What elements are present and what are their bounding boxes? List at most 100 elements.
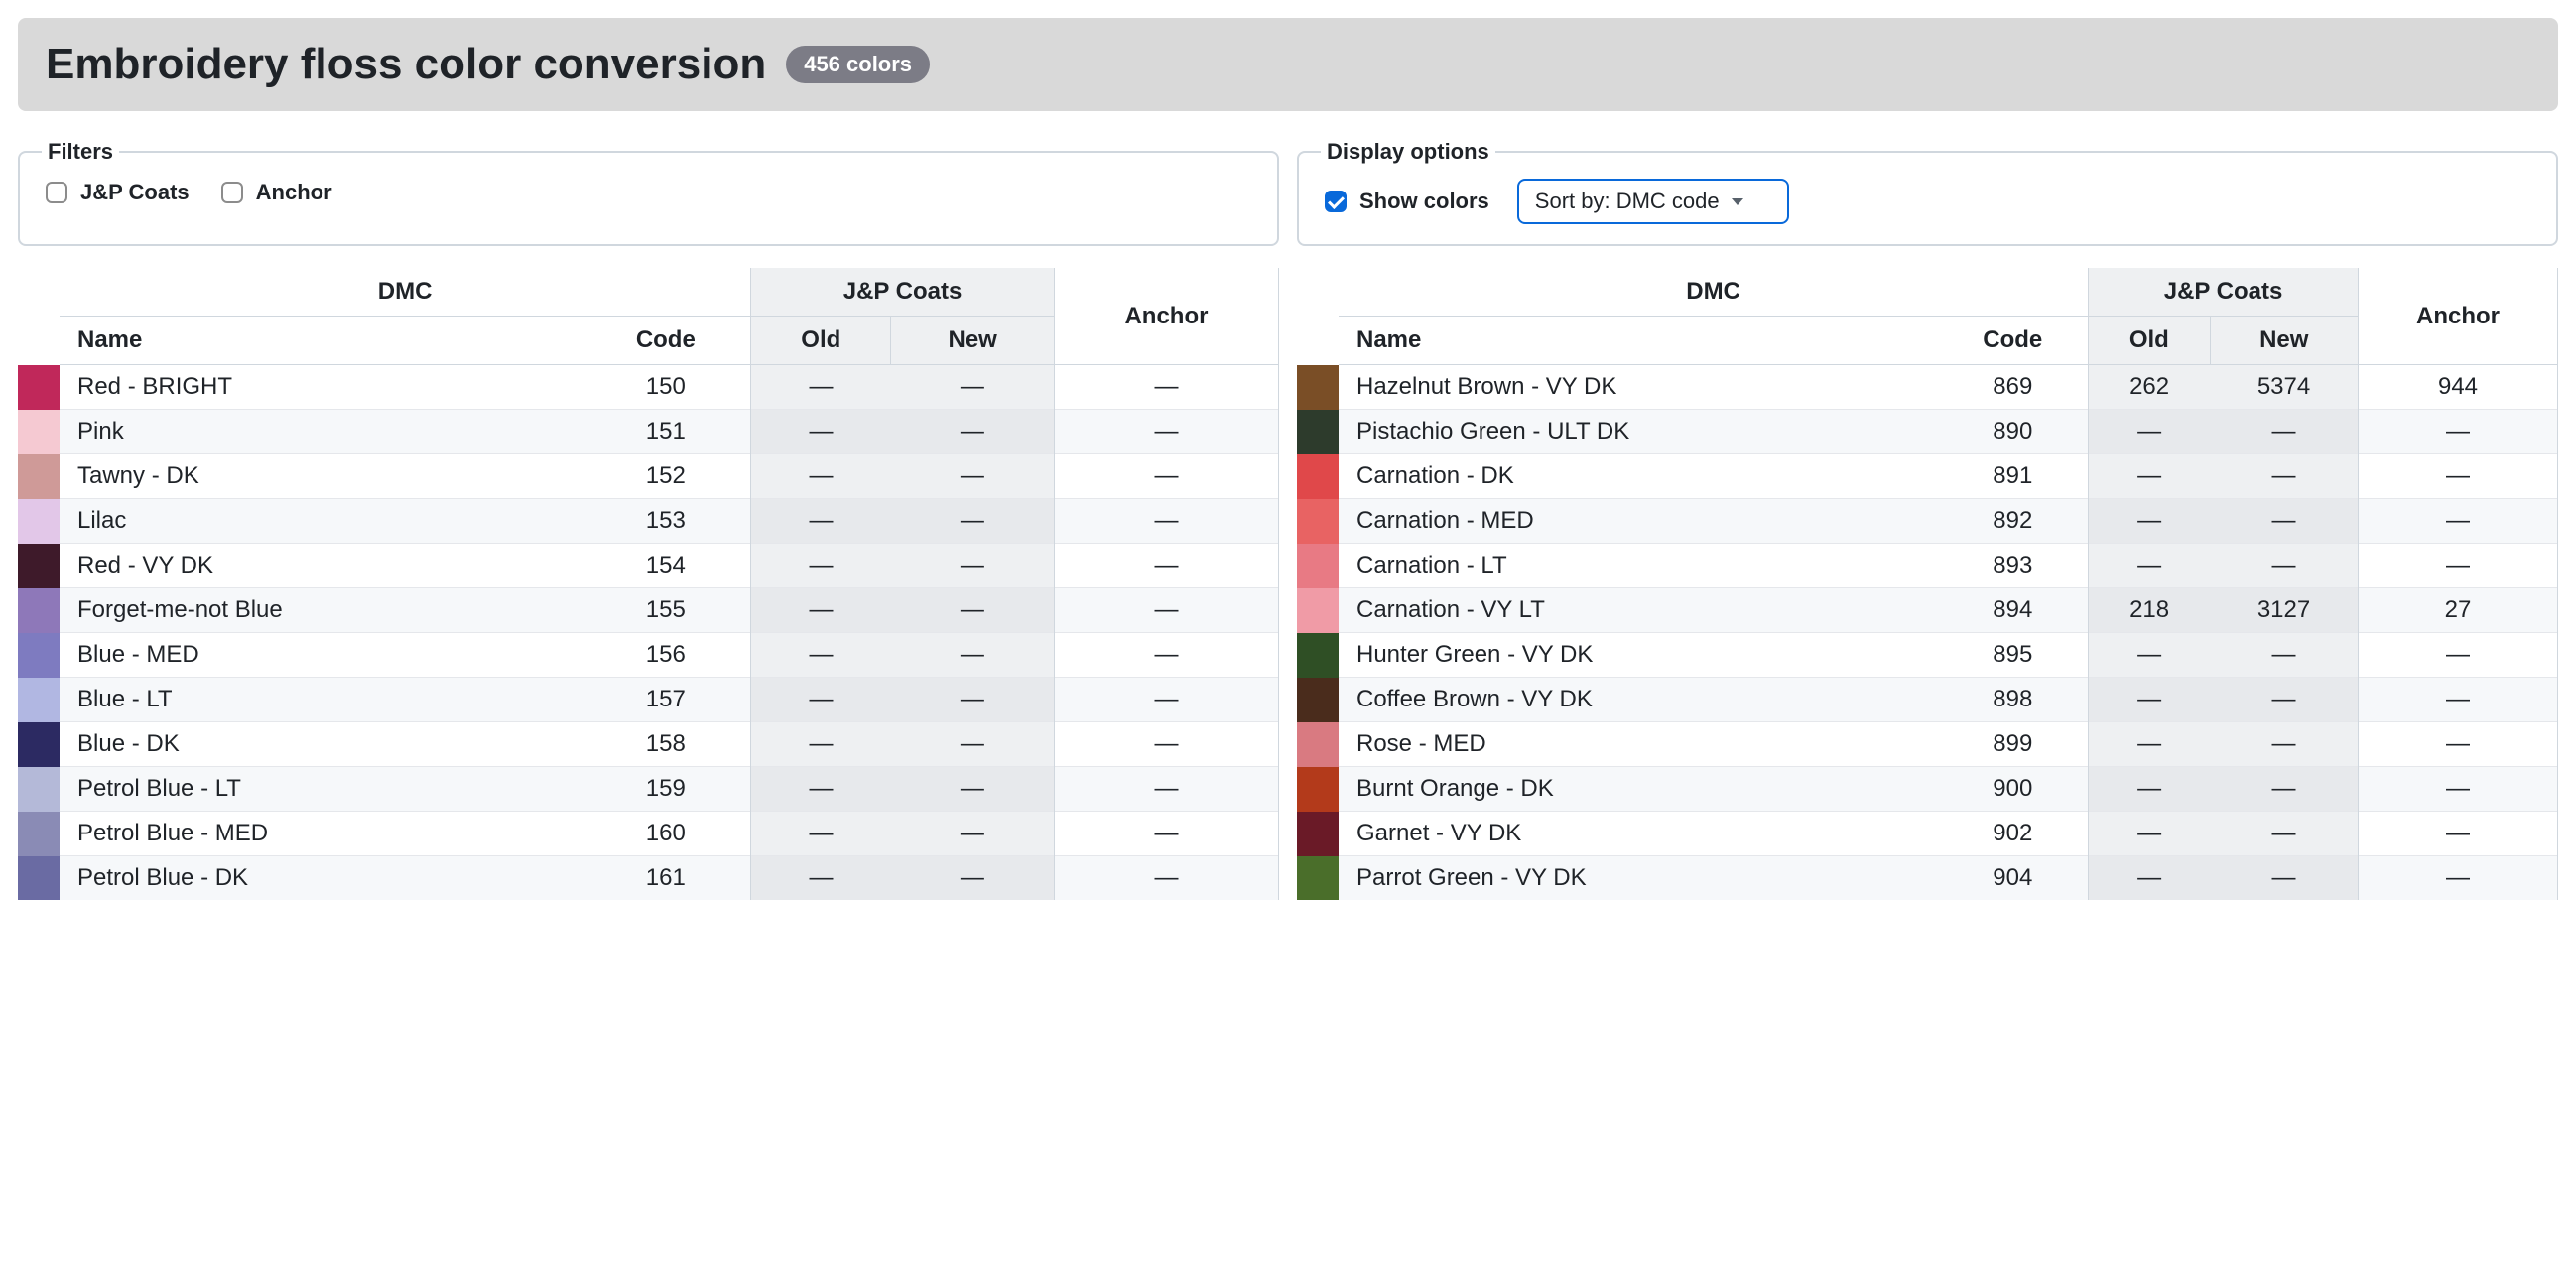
left-tbody: Red - BRIGHT150———Pink151———Tawny - DK15…	[18, 365, 1279, 901]
cell-jpc-new: —	[2210, 544, 2358, 588]
col-group-dmc: DMC	[60, 268, 751, 317]
cell-jpc-old: —	[2089, 767, 2210, 812]
cell-name: Forget-me-not Blue	[60, 588, 580, 633]
color-swatch	[1297, 812, 1339, 856]
table-row: Red - VY DK154———	[18, 544, 1279, 588]
cell-anchor: —	[1054, 856, 1278, 901]
cell-name: Blue - DK	[60, 722, 580, 767]
cell-name: Carnation - LT	[1339, 544, 1937, 588]
cell-name: Coffee Brown - VY DK	[1339, 678, 1937, 722]
tables-wrap: DMC J&P Coats Anchor Name Code Old New R…	[18, 268, 2558, 900]
cell-anchor: —	[1054, 365, 1278, 410]
color-swatch	[1297, 410, 1339, 454]
cell-anchor: —	[2358, 499, 2557, 544]
table-row: Rose - MED899———	[1297, 722, 2558, 767]
cell-code: 152	[580, 454, 750, 499]
color-swatch	[1297, 588, 1339, 633]
filters-legend: Filters	[42, 139, 119, 165]
cell-jpc-new: 5374	[2210, 365, 2358, 410]
filter-anchor-label: Anchor	[256, 180, 332, 205]
cell-jpc-old: —	[2089, 410, 2210, 454]
color-swatch	[1297, 633, 1339, 678]
cell-jpc-new: —	[891, 678, 1055, 722]
col-new: New	[2210, 317, 2358, 365]
filter-anchor[interactable]: Anchor	[217, 179, 332, 206]
cell-jpc-old: 262	[2089, 365, 2210, 410]
cell-jpc-old: —	[2089, 544, 2210, 588]
cell-jpc-old: —	[2089, 633, 2210, 678]
cell-code: 894	[1937, 588, 2088, 633]
col-group-jpc: J&P Coats	[2089, 268, 2359, 317]
color-swatch	[1297, 365, 1339, 410]
cell-code: 902	[1937, 812, 2088, 856]
show-colors[interactable]: Show colors	[1321, 188, 1489, 215]
table-row: Blue - DK158———	[18, 722, 1279, 767]
table-row: Pink151———	[18, 410, 1279, 454]
cell-jpc-old: —	[751, 856, 891, 901]
filters-fieldset: Filters J&P Coats Anchor	[18, 139, 1279, 246]
table-row: Pistachio Green - ULT DK890———	[1297, 410, 2558, 454]
sort-by-select[interactable]: Sort by: DMC code	[1517, 179, 1789, 224]
cell-jpc-old: —	[751, 544, 891, 588]
display-options-fieldset: Display options Show colors Sort by: DMC…	[1297, 139, 2558, 246]
cell-anchor: —	[2358, 856, 2557, 901]
table-row: Blue - LT157———	[18, 678, 1279, 722]
color-table-right: DMC J&P Coats Anchor Name Code Old New H…	[1297, 268, 2558, 900]
table-row: Red - BRIGHT150———	[18, 365, 1279, 410]
cell-code: 898	[1937, 678, 2088, 722]
table-row: Carnation - DK891———	[1297, 454, 2558, 499]
cell-jpc-new: —	[2210, 410, 2358, 454]
filter-jpc-checkbox[interactable]	[46, 182, 67, 203]
sort-by-label: Sort by: DMC code	[1535, 189, 1720, 214]
cell-name: Carnation - VY LT	[1339, 588, 1937, 633]
cell-anchor: 944	[2358, 365, 2557, 410]
cell-anchor: —	[2358, 410, 2557, 454]
color-swatch	[18, 588, 60, 633]
color-swatch	[1297, 767, 1339, 812]
cell-jpc-old: —	[751, 454, 891, 499]
color-swatch	[1297, 722, 1339, 767]
color-swatch	[1297, 499, 1339, 544]
cell-jpc-new: —	[2210, 454, 2358, 499]
cell-code: 157	[580, 678, 750, 722]
cell-name: Hunter Green - VY DK	[1339, 633, 1937, 678]
table-row: Petrol Blue - LT159———	[18, 767, 1279, 812]
cell-jpc-old: —	[751, 812, 891, 856]
cell-anchor: —	[1054, 410, 1278, 454]
table-row: Petrol Blue - DK161———	[18, 856, 1279, 901]
table-row: Garnet - VY DK902———	[1297, 812, 2558, 856]
cell-jpc-old: —	[751, 722, 891, 767]
col-swatch	[1297, 268, 1339, 365]
col-anchor: Anchor	[1054, 268, 1278, 365]
cell-name: Pink	[60, 410, 580, 454]
table-row: Carnation - VY LT894218312727	[1297, 588, 2558, 633]
cell-name: Red - VY DK	[60, 544, 580, 588]
controls-row: Filters J&P Coats Anchor Display options…	[18, 139, 2558, 246]
cell-jpc-new: —	[2210, 812, 2358, 856]
show-colors-checkbox[interactable]	[1325, 191, 1347, 212]
cell-jpc-old: —	[751, 633, 891, 678]
cell-jpc-new: —	[891, 812, 1055, 856]
cell-name: Rose - MED	[1339, 722, 1937, 767]
cell-code: 900	[1937, 767, 2088, 812]
cell-anchor: —	[1054, 812, 1278, 856]
col-name: Name	[1339, 317, 1937, 365]
table-row: Carnation - MED892———	[1297, 499, 2558, 544]
filter-anchor-checkbox[interactable]	[221, 182, 243, 203]
cell-jpc-old: —	[2089, 678, 2210, 722]
cell-anchor: 27	[2358, 588, 2557, 633]
cell-jpc-old: —	[751, 767, 891, 812]
col-swatch	[18, 268, 60, 365]
col-name: Name	[60, 317, 580, 365]
col-anchor: Anchor	[2358, 268, 2557, 365]
cell-jpc-old: —	[2089, 812, 2210, 856]
cell-name: Petrol Blue - DK	[60, 856, 580, 901]
cell-jpc-old: —	[2089, 722, 2210, 767]
cell-code: 893	[1937, 544, 2088, 588]
cell-anchor: —	[1054, 722, 1278, 767]
filter-jpc[interactable]: J&P Coats	[42, 179, 190, 206]
col-code: Code	[1937, 317, 2088, 365]
col-group-jpc: J&P Coats	[751, 268, 1055, 317]
cell-code: 895	[1937, 633, 2088, 678]
table-row: Hunter Green - VY DK895———	[1297, 633, 2558, 678]
